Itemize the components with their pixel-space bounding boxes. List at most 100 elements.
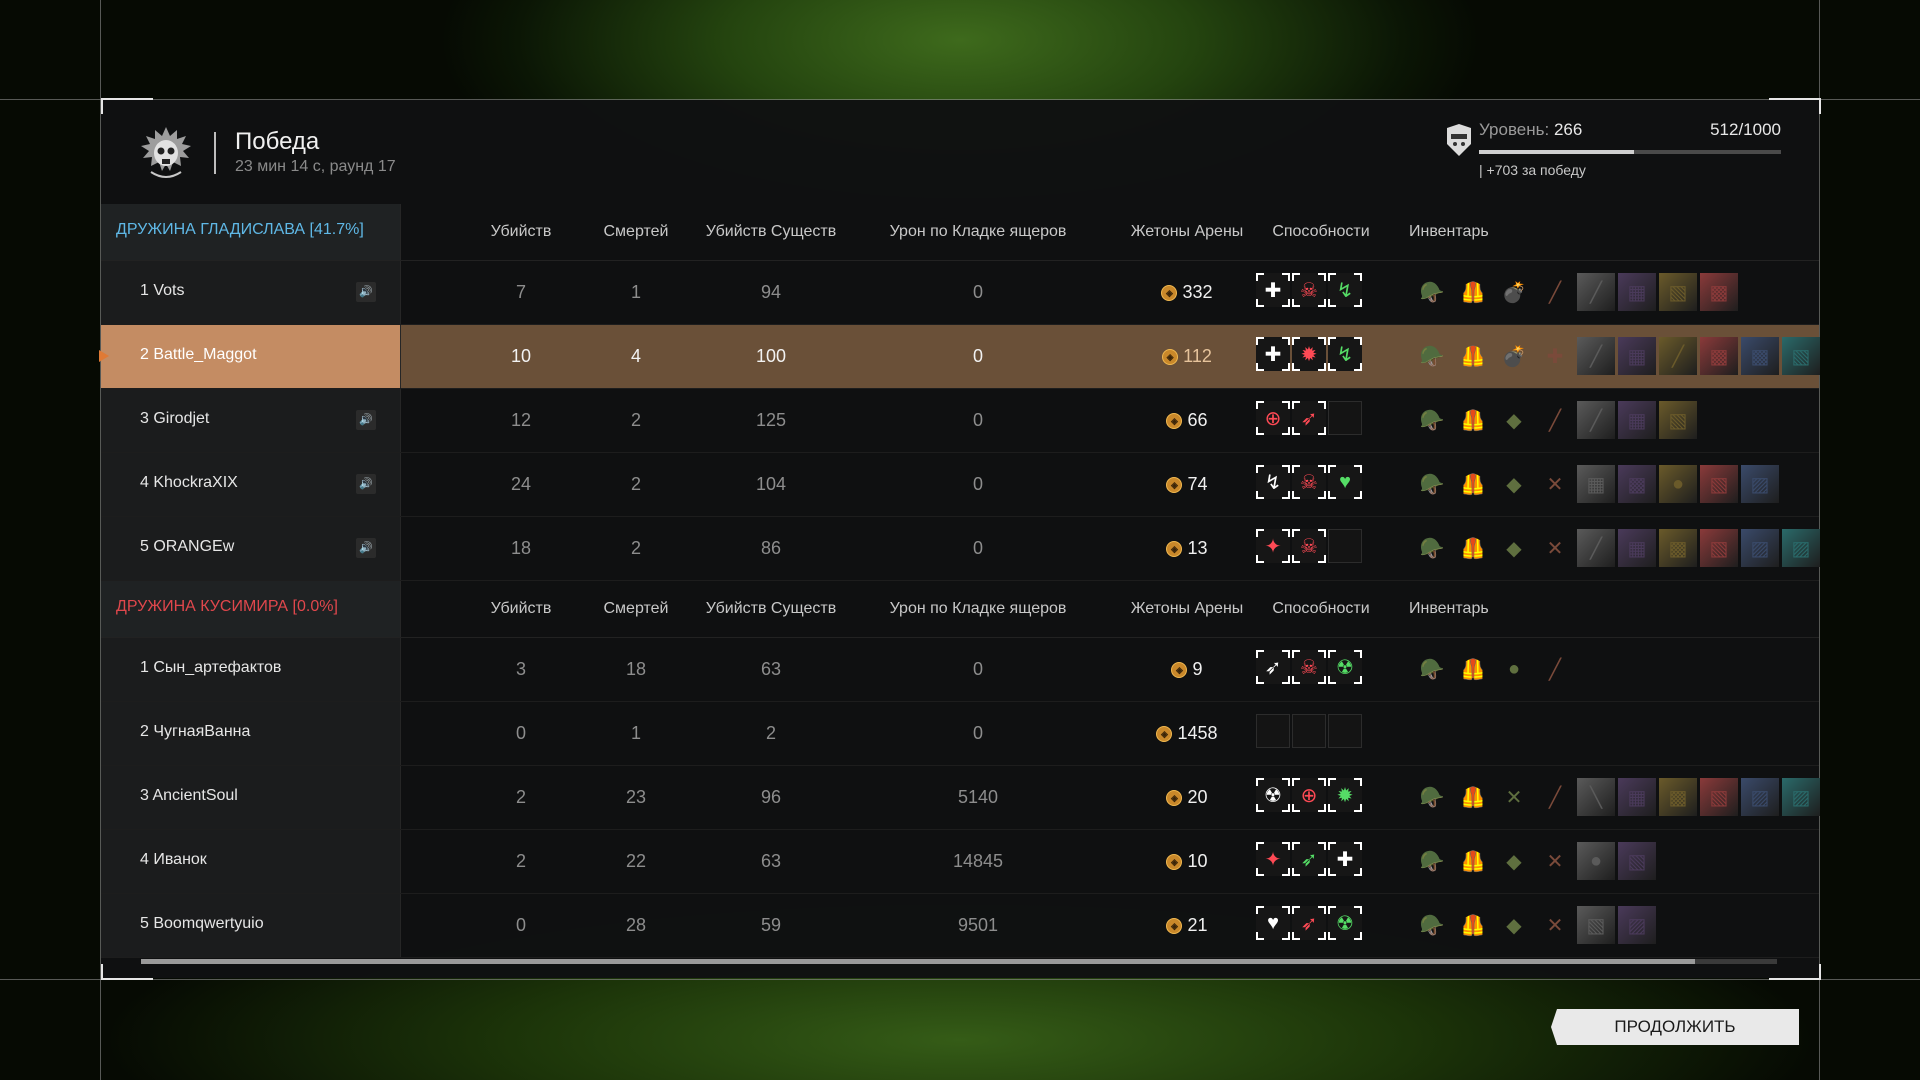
- ability-slot-icon[interactable]: [1328, 401, 1362, 435]
- inventory-item-icon[interactable]: ╱: [1536, 778, 1574, 816]
- ability-slot-icon[interactable]: ↯: [1328, 337, 1362, 371]
- inventory-item-icon[interactable]: 🪖: [1413, 842, 1451, 880]
- inventory-item-icon[interactable]: ╱: [1577, 337, 1615, 375]
- player-row[interactable]: 3 Girodjet 🔊 12 2 125 0 ◈ 66 ⊕ ➶ 🪖 🦺 ◆ ╱ ╱ ▦ ▧: [101, 389, 1819, 453]
- inventory-item-icon[interactable]: 🦺: [1454, 650, 1492, 688]
- inventory-item-icon[interactable]: 🪖: [1413, 337, 1451, 375]
- inventory-item-icon[interactable]: 🪖: [1413, 465, 1451, 503]
- player-row[interactable]: 2 Battle_Maggot 10 4 100 0 ◈ 112 ✚ ✹ ↯ 🪖 🦺 💣 ✚ ╱ ▦ ╱ ▩ ▩ ▧: [99, 325, 1820, 389]
- ability-slot-icon[interactable]: ✹: [1328, 778, 1362, 812]
- inventory-item-icon[interactable]: ▨: [1741, 465, 1779, 503]
- inventory-item-icon[interactable]: ╱: [1536, 650, 1574, 688]
- inventory-item-icon[interactable]: ✕: [1536, 906, 1574, 944]
- ability-slot-icon[interactable]: ✦: [1256, 842, 1290, 876]
- inventory-item-icon[interactable]: ▨: [1618, 906, 1656, 944]
- inventory-item-icon[interactable]: ▩: [1659, 778, 1697, 816]
- inventory-item-icon[interactable]: 🦺: [1454, 842, 1492, 880]
- player-row[interactable]: 3 AncientSoul 2 23 96 5140 ◈ 20 ☢ ⊕ ✹ 🪖 🦺 ✕ ╱ ╲ ▦ ▩ ▧ ▨ ▨: [101, 766, 1820, 830]
- scrollbar-thumb[interactable]: [141, 959, 1696, 964]
- inventory-item-icon[interactable]: ▨: [1782, 529, 1820, 567]
- inventory-item-icon[interactable]: ◆: [1495, 842, 1533, 880]
- inventory-item-icon[interactable]: ◆: [1495, 465, 1533, 503]
- inventory-item-icon[interactable]: ▩: [1741, 337, 1779, 375]
- inventory-item-icon[interactable]: ▦: [1618, 337, 1656, 375]
- inventory-item-icon[interactable]: ◆: [1495, 529, 1533, 567]
- ability-slot-icon[interactable]: ♥: [1256, 906, 1290, 940]
- player-row[interactable]: 4 Иванок 2 22 63 14845 ◈ 10 ✦ ➶ ✚ 🪖 🦺 ◆ ✕ ● ▧: [101, 830, 1819, 894]
- inventory-item-icon[interactable]: ▨: [1741, 778, 1779, 816]
- inventory-item-icon[interactable]: ✕: [1536, 529, 1574, 567]
- inventory-item-icon[interactable]: 🪖: [1413, 778, 1451, 816]
- inventory-item-icon[interactable]: ╲: [1577, 778, 1615, 816]
- ability-slot-icon[interactable]: ➶: [1292, 842, 1326, 876]
- inventory-item-icon[interactable]: ▩: [1700, 273, 1738, 311]
- inventory-item-icon[interactable]: 💣: [1495, 337, 1533, 375]
- ability-slot-icon[interactable]: ☢: [1328, 650, 1362, 684]
- inventory-item-icon[interactable]: ▧: [1659, 401, 1697, 439]
- inventory-item-icon[interactable]: ◆: [1495, 401, 1533, 439]
- player-row[interactable]: 5 Boomqwertyuio 0 28 59 9501 ◈ 21 ♥ ➶ ☢ 🪖 🦺 ◆ ✕ ▧ ▨: [101, 894, 1819, 958]
- inventory-item-icon[interactable]: ▦: [1618, 778, 1656, 816]
- inventory-item-icon[interactable]: ●: [1659, 465, 1697, 503]
- inventory-item-icon[interactable]: 🪖: [1413, 273, 1451, 311]
- player-row[interactable]: 2 ЧугнаяВанна 0 1 2 0 ◈ 1458: [101, 702, 1819, 766]
- inventory-item-icon[interactable]: ▦: [1618, 529, 1656, 567]
- inventory-item-icon[interactable]: ▦: [1618, 273, 1656, 311]
- ability-slot-icon[interactable]: ✚: [1256, 337, 1290, 371]
- ability-slot-icon[interactable]: ♥: [1328, 465, 1362, 499]
- inventory-item-icon[interactable]: ▧: [1700, 465, 1738, 503]
- inventory-item-icon[interactable]: ▧: [1700, 529, 1738, 567]
- inventory-item-icon[interactable]: ╱: [1577, 529, 1615, 567]
- inventory-item-icon[interactable]: ▧: [1659, 273, 1697, 311]
- inventory-item-icon[interactable]: ▩: [1700, 337, 1738, 375]
- ability-slot-icon[interactable]: [1328, 529, 1362, 563]
- inventory-item-icon[interactable]: ◆: [1495, 906, 1533, 944]
- ability-slot-icon[interactable]: ➶: [1256, 650, 1290, 684]
- ability-slot-icon[interactable]: ✦: [1256, 529, 1290, 563]
- player-row[interactable]: 4 KhockraXIX 🔊 24 2 104 0 ◈ 74 ↯ ☠ ♥ 🪖 🦺 ◆ ✕ ▦ ▩ ● ▧ ▨: [101, 453, 1819, 517]
- inventory-item-icon[interactable]: ╱: [1577, 401, 1615, 439]
- inventory-item-icon[interactable]: ╱: [1536, 401, 1574, 439]
- ability-slot-icon[interactable]: ⊕: [1292, 778, 1326, 812]
- inventory-item-icon[interactable]: ✕: [1495, 778, 1533, 816]
- inventory-item-icon[interactable]: ●: [1577, 842, 1615, 880]
- player-row[interactable]: 1 Сын_артефактов 3 18 63 0 ◈ 9 ➶ ☠ ☢ 🪖 🦺 ● ╱: [101, 638, 1819, 702]
- inventory-item-icon[interactable]: 🪖: [1413, 906, 1451, 944]
- inventory-item-icon[interactable]: ╱: [1659, 337, 1697, 375]
- inventory-item-icon[interactable]: ✚: [1536, 337, 1574, 375]
- ability-slot-icon[interactable]: ↯: [1256, 465, 1290, 499]
- inventory-item-icon[interactable]: ●: [1495, 650, 1533, 688]
- horizontal-scrollbar[interactable]: [141, 959, 1777, 964]
- ability-slot-icon[interactable]: [1292, 714, 1326, 748]
- inventory-item-icon[interactable]: ▧: [1618, 842, 1656, 880]
- inventory-item-icon[interactable]: 🦺: [1454, 778, 1492, 816]
- inventory-item-icon[interactable]: ▧: [1700, 778, 1738, 816]
- ability-slot-icon[interactable]: ☢: [1328, 906, 1362, 940]
- ability-slot-icon[interactable]: ✹: [1292, 337, 1326, 371]
- inventory-item-icon[interactable]: ▩: [1618, 465, 1656, 503]
- ability-slot-icon[interactable]: ☢: [1256, 778, 1290, 812]
- inventory-item-icon[interactable]: ▧: [1577, 906, 1615, 944]
- inventory-item-icon[interactable]: 🪖: [1413, 529, 1451, 567]
- inventory-item-icon[interactable]: 💣: [1495, 273, 1533, 311]
- ability-slot-icon[interactable]: ⊕: [1256, 401, 1290, 435]
- ability-slot-icon[interactable]: ☠: [1292, 465, 1326, 499]
- speaker-icon[interactable]: 🔊: [356, 282, 376, 302]
- inventory-item-icon[interactable]: ╱: [1577, 273, 1615, 311]
- speaker-icon[interactable]: 🔊: [356, 474, 376, 494]
- speaker-icon[interactable]: 🔊: [356, 538, 376, 558]
- player-row[interactable]: 5 ORANGEw 🔊 18 2 86 0 ◈ 13 ✦ ☠ 🪖 🦺 ◆ ✕ ╱ ▦ ▩ ▧ ▨ ▨: [101, 517, 1820, 581]
- inventory-item-icon[interactable]: 🦺: [1454, 401, 1492, 439]
- ability-slot-icon[interactable]: ✚: [1328, 842, 1362, 876]
- inventory-item-icon[interactable]: ▨: [1741, 529, 1779, 567]
- ability-slot-icon[interactable]: ➶: [1292, 401, 1326, 435]
- inventory-item-icon[interactable]: 🪖: [1413, 401, 1451, 439]
- ability-slot-icon[interactable]: ☠: [1292, 650, 1326, 684]
- inventory-item-icon[interactable]: 🦺: [1454, 906, 1492, 944]
- inventory-item-icon[interactable]: 🪖: [1413, 650, 1451, 688]
- inventory-item-icon[interactable]: ▨: [1782, 778, 1820, 816]
- ability-slot-icon[interactable]: ➶: [1292, 906, 1326, 940]
- inventory-item-icon[interactable]: ▦: [1618, 401, 1656, 439]
- ability-slot-icon[interactable]: [1256, 714, 1290, 748]
- inventory-item-icon[interactable]: ✕: [1536, 842, 1574, 880]
